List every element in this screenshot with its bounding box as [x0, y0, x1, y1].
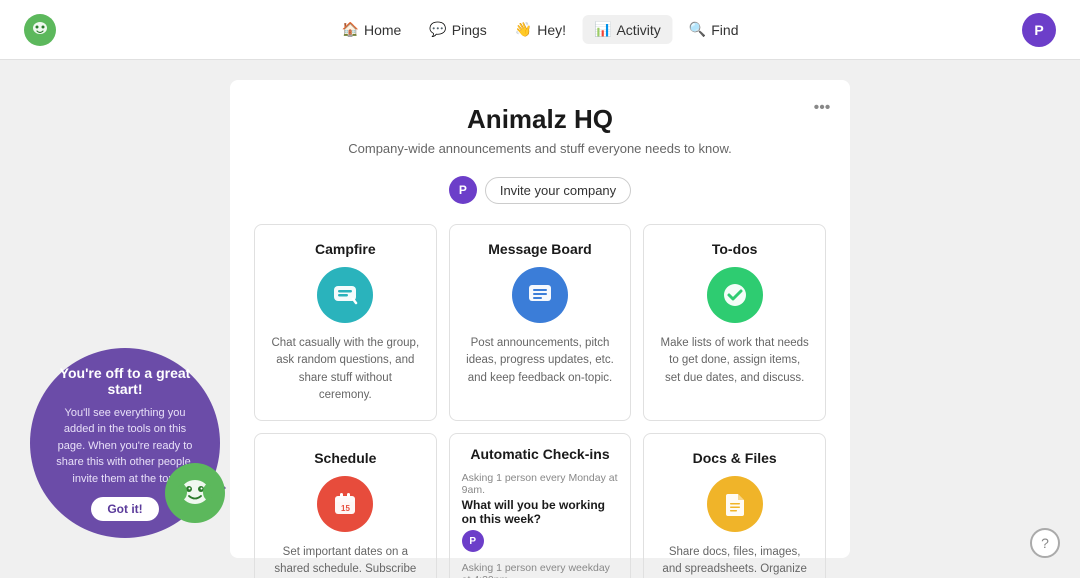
- checkin-time: Asking 1 person every weekday at 4:30pm.: [462, 562, 619, 578]
- checkins-list: Asking 1 person every Monday at 9am.What…: [462, 472, 619, 578]
- nav-activity-label: Activity: [616, 22, 660, 38]
- more-menu-button[interactable]: •••: [808, 94, 836, 122]
- pings-icon: 💬: [429, 21, 446, 38]
- campfire-icon: [317, 267, 373, 323]
- checkin-time: Asking 1 person every Monday at 9am.: [462, 472, 619, 496]
- tool-message-board[interactable]: Message Board Post announcements, pitch …: [449, 224, 632, 421]
- main-nav: 🏠 Home 💬 Pings 👋 Hey! 📊 Activity 🔍 Find: [330, 15, 751, 44]
- message-board-title: Message Board: [466, 241, 615, 257]
- campfire-title: Campfire: [271, 241, 420, 257]
- checkin-question: What will you be working on this week?: [462, 498, 619, 526]
- hey-icon: 👋: [515, 21, 532, 38]
- tooltip-got-it-button[interactable]: Got it!: [91, 497, 158, 521]
- tooltip-overlay: You're off to a great start! You'll see …: [30, 348, 220, 538]
- message-board-icon: [512, 267, 568, 323]
- todos-icon: [707, 267, 763, 323]
- top-navigation: 🏠 Home 💬 Pings 👋 Hey! 📊 Activity 🔍 Find …: [0, 0, 1080, 60]
- nav-home[interactable]: 🏠 Home: [330, 15, 414, 44]
- page-title: Animalz HQ: [254, 104, 826, 135]
- main-area: ••• Animalz HQ Company-wide announcement…: [0, 60, 1080, 578]
- schedule-icon: 15: [317, 476, 373, 532]
- checkin-item: Asking 1 person every weekday at 4:30pm.…: [462, 562, 619, 578]
- checkin-avatar: P: [462, 530, 484, 552]
- tool-schedule[interactable]: Schedule 15 Set important dates on a sha…: [254, 433, 437, 578]
- nav-activity[interactable]: 📊 Activity: [582, 15, 673, 44]
- todos-title: To-dos: [660, 241, 809, 257]
- checkins-title: Automatic Check-ins: [462, 446, 619, 462]
- nav-pings-label: Pings: [452, 22, 487, 38]
- app-logo[interactable]: [24, 14, 56, 46]
- tooltip-bubble: You're off to a great start! You'll see …: [30, 348, 220, 538]
- nav-pings[interactable]: 💬 Pings: [417, 15, 498, 44]
- todos-desc: Make lists of work that needs to get don…: [660, 335, 809, 387]
- card-header: Animalz HQ Company-wide announcements an…: [254, 104, 826, 156]
- find-icon: 🔍: [689, 21, 706, 38]
- tools-grid: Campfire Chat casually with the group, a…: [254, 224, 826, 578]
- invite-company-button[interactable]: Invite your company: [485, 177, 631, 204]
- invite-avatar: P: [449, 176, 477, 204]
- hq-card: ••• Animalz HQ Company-wide announcement…: [230, 80, 850, 558]
- docs-title: Docs & Files: [660, 450, 809, 466]
- schedule-desc: Set important dates on a shared schedule…: [271, 544, 420, 578]
- message-board-desc: Post announcements, pitch ideas, progres…: [466, 335, 615, 387]
- docs-icon: [707, 476, 763, 532]
- schedule-title: Schedule: [271, 450, 420, 466]
- campfire-desc: Chat casually with the group, ask random…: [271, 335, 420, 404]
- invite-row: P Invite your company: [254, 176, 826, 204]
- nav-hey-label: Hey!: [537, 22, 566, 38]
- home-icon: 🏠: [342, 21, 359, 38]
- nav-hey[interactable]: 👋 Hey!: [503, 15, 578, 44]
- nav-find-label: Find: [711, 22, 738, 38]
- nav-find[interactable]: 🔍 Find: [677, 15, 751, 44]
- user-avatar[interactable]: P: [1022, 13, 1056, 47]
- docs-desc: Share docs, files, images, and spreadshe…: [660, 544, 809, 578]
- activity-icon: 📊: [594, 21, 611, 38]
- tool-automatic-checkins[interactable]: Automatic Check-ins Asking 1 person ever…: [449, 433, 632, 578]
- tool-campfire[interactable]: Campfire Chat casually with the group, a…: [254, 224, 437, 421]
- svg-text:15: 15: [341, 504, 350, 513]
- tooltip-body: You'll see everything you added in the t…: [54, 405, 196, 488]
- nav-home-label: Home: [364, 22, 401, 38]
- checkin-item: Asking 1 person every Monday at 9am.What…: [462, 472, 619, 552]
- page-subtitle: Company-wide announcements and stuff eve…: [254, 141, 826, 156]
- help-button[interactable]: ?: [1030, 528, 1060, 558]
- tooltip-title: You're off to a great start!: [54, 365, 196, 397]
- tool-todos[interactable]: To-dos Make lists of work that needs to …: [643, 224, 826, 421]
- tool-docs-files[interactable]: Docs & Files Share docs, files, images, …: [643, 433, 826, 578]
